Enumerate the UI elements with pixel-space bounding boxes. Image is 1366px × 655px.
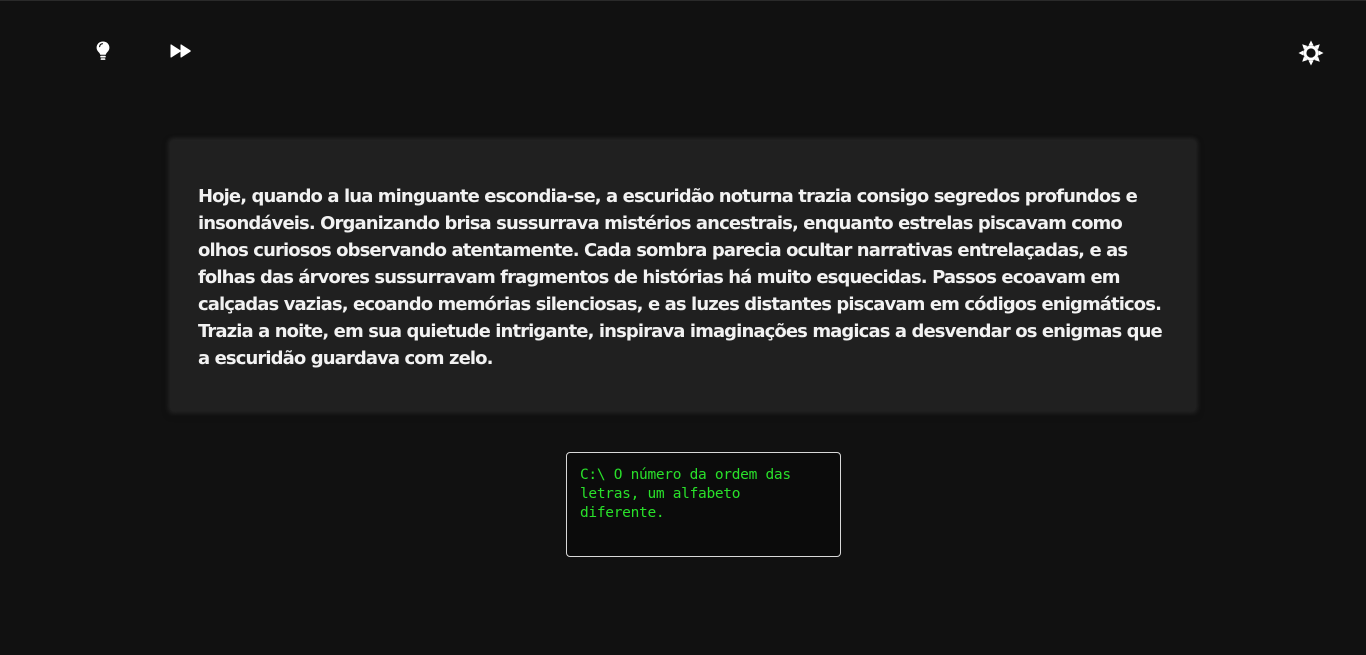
lightbulb-icon (95, 40, 111, 62)
sun-icon (1298, 40, 1324, 66)
terminal-hint-box: C:\ O número da ordem das letras, um alf… (566, 452, 841, 557)
theme-toggle-button[interactable] (1297, 39, 1325, 67)
hint-button[interactable] (89, 37, 117, 65)
top-border (0, 0, 1366, 1)
story-card: Hoje, quando a lua minguante escondia-se… (171, 141, 1195, 411)
terminal-text: C:\ O número da ordem das letras, um alf… (580, 467, 791, 521)
story-text: Hoje, quando a lua minguante escondia-se… (198, 186, 1163, 369)
fast-forward-icon (170, 43, 192, 59)
skip-button[interactable] (167, 37, 195, 65)
